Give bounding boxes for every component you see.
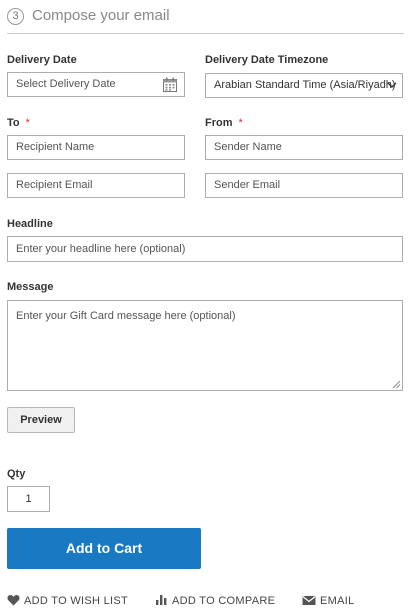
sender-name-input[interactable]: Sender Name <box>205 135 403 160</box>
sender-email-input[interactable]: Sender Email <box>205 173 403 198</box>
message-label: Message <box>7 281 54 293</box>
envelope-icon <box>302 596 316 605</box>
to-label: To * <box>7 117 30 129</box>
delivery-date-label: Delivery Date <box>7 54 77 66</box>
bar-chart-icon <box>156 595 167 605</box>
qty-input[interactable]: 1 <box>7 486 50 512</box>
timezone-label: Delivery Date Timezone <box>205 54 329 66</box>
delivery-date-input[interactable]: Select Delivery Date <box>7 72 185 97</box>
required-asterisk: * <box>238 117 243 129</box>
add-to-cart-button[interactable]: Add to Cart <box>7 528 201 569</box>
required-asterisk: * <box>25 117 30 129</box>
section-divider <box>7 33 404 34</box>
email-link[interactable]: EMAIL <box>302 592 355 610</box>
step-title: Compose your email <box>32 7 170 24</box>
email-label: EMAIL <box>320 595 355 607</box>
headline-input[interactable]: Enter your headline here (optional) <box>7 236 403 262</box>
timezone-select[interactable]: Arabian Standard Time (Asia/Riyadh) <box>205 73 403 98</box>
recipient-name-input[interactable]: Recipient Name <box>7 135 185 160</box>
heart-icon <box>7 595 20 606</box>
chevron-down-icon <box>387 82 397 88</box>
step-number-badge: 3 <box>7 8 24 25</box>
resize-handle-icon[interactable] <box>392 380 401 389</box>
from-label: From * <box>205 117 243 129</box>
compare-label: ADD TO COMPARE <box>172 595 276 607</box>
wishlist-label: ADD TO WISH LIST <box>24 595 129 607</box>
timezone-selected-value: Arabian Standard Time (Asia/Riyadh) <box>214 79 396 91</box>
calendar-icon[interactable] <box>162 77 178 93</box>
headline-label: Headline <box>7 218 53 230</box>
delivery-date-placeholder: Select Delivery Date <box>16 78 116 90</box>
message-textarea[interactable]: Enter your Gift Card message here (optio… <box>7 300 403 391</box>
add-to-compare-link[interactable]: ADD TO COMPARE <box>155 592 275 610</box>
recipient-email-input[interactable]: Recipient Email <box>7 173 185 198</box>
message-placeholder: Enter your Gift Card message here (optio… <box>16 310 236 322</box>
add-to-wishlist-link[interactable]: ADD TO WISH LIST <box>7 592 128 610</box>
preview-button[interactable]: Preview <box>7 407 75 433</box>
qty-label: Qty <box>7 468 26 480</box>
